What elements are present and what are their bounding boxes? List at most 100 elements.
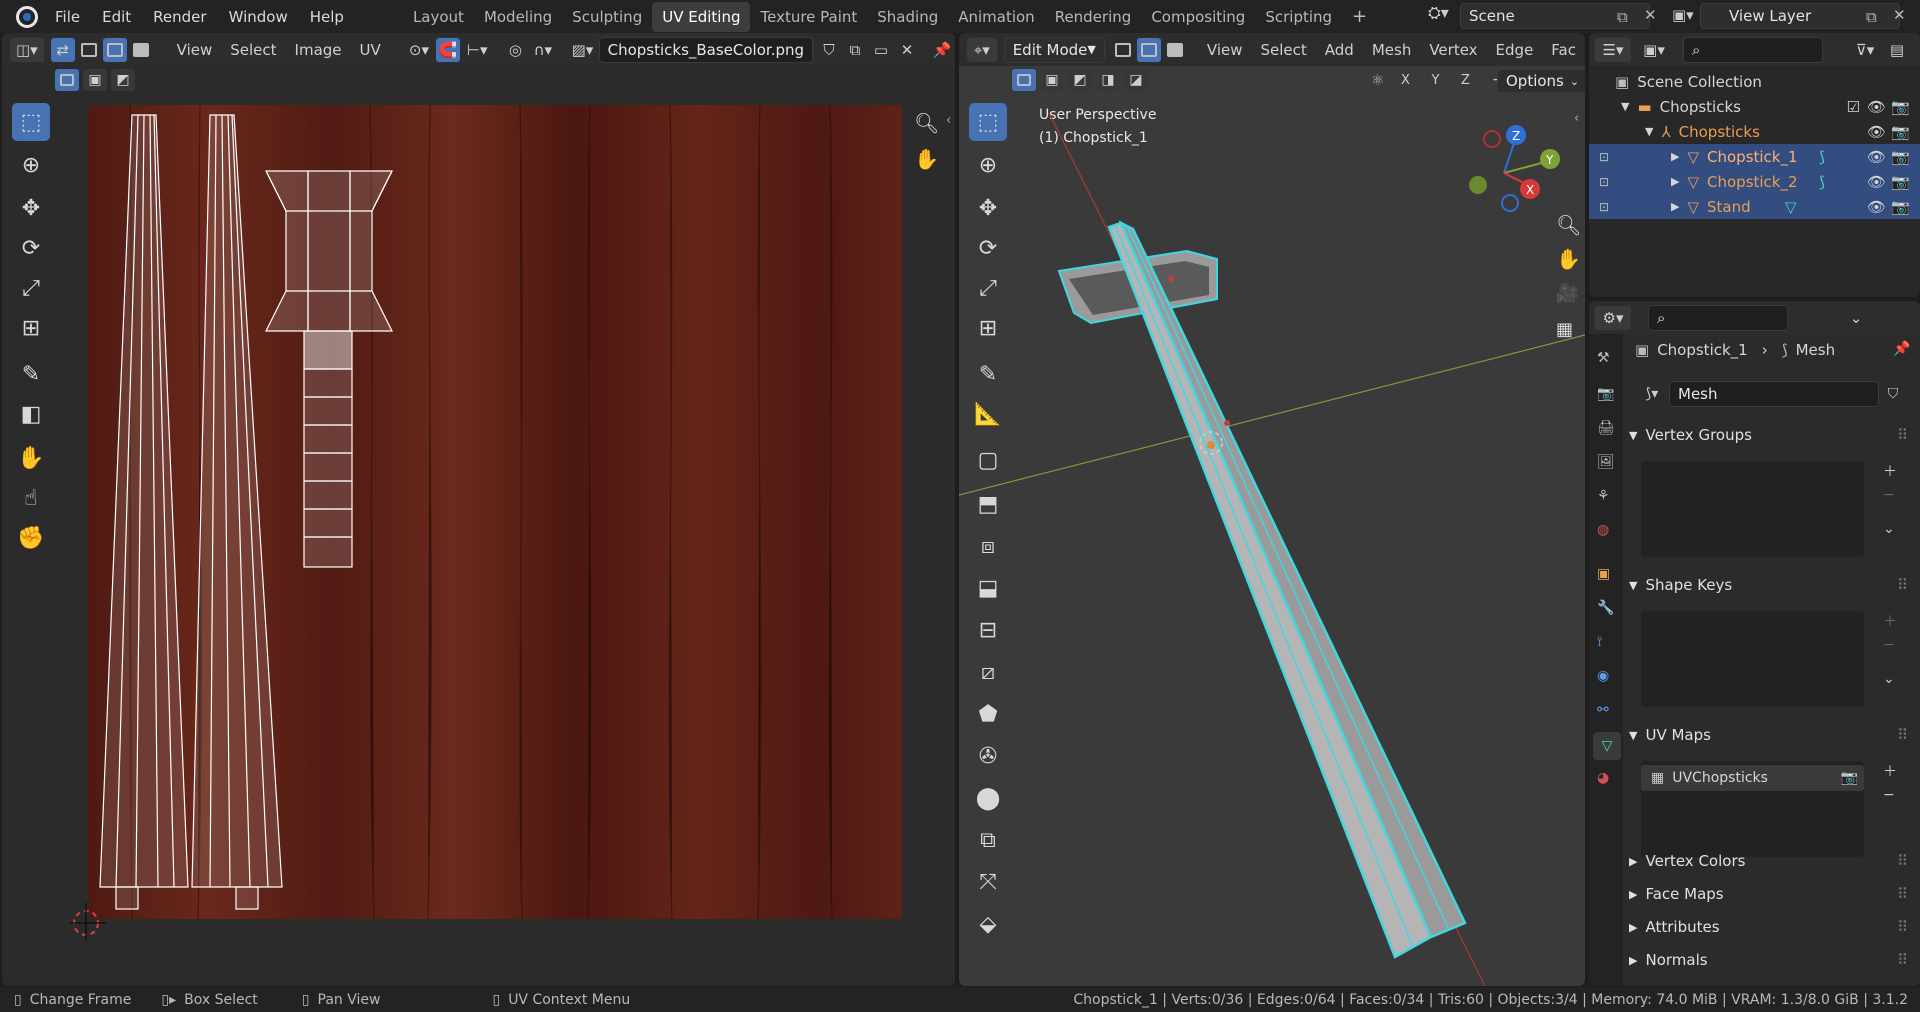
filter-icon[interactable]: ⊽▾: [1847, 38, 1883, 62]
outliner-row-collection[interactable]: ▼ ▬ Chopsticks ☑ 👁 📷: [1589, 94, 1920, 119]
pin-image-icon[interactable]: 📌: [930, 38, 954, 62]
mesh-data-icon[interactable]: ▽: [1785, 198, 1797, 216]
navigation-gizmo[interactable]: Z Y X: [1454, 113, 1564, 223]
attributes-panel-header[interactable]: ▶ Attributes ⠿: [1629, 912, 1912, 942]
uv-map-item[interactable]: ▦ UVChopsticks 📷: [1641, 765, 1864, 791]
view-layer-icon[interactable]: ▣▾: [1672, 6, 1694, 24]
uv-maps-list[interactable]: ▦ UVChopsticks 📷: [1641, 761, 1864, 857]
render-tab-icon[interactable]: 📷: [1597, 386, 1614, 402]
vertex-group-remove-icon[interactable]: −: [1883, 487, 1895, 503]
outliner-editor-type-icon[interactable]: ☰▾: [1595, 37, 1631, 62]
tab-uv-editing[interactable]: UV Editing: [652, 1, 751, 32]
uv-maps-panel-header[interactable]: ▼ UV Maps ⠿: [1629, 720, 1912, 750]
unlink-image-icon[interactable]: ✕: [895, 38, 919, 62]
remove-view-layer-icon[interactable]: ✕: [1893, 6, 1906, 24]
annotate-tool-icon[interactable]: ✎: [12, 355, 50, 393]
new-scene-icon[interactable]: ⧉: [1617, 8, 1628, 26]
face-mode-icon[interactable]: [1163, 38, 1187, 62]
menu-select[interactable]: Select: [221, 41, 285, 59]
fake-user-icon[interactable]: ⛉: [817, 38, 841, 62]
edge-mode-icon[interactable]: [1136, 37, 1161, 62]
camera-view-icon[interactable]: 🎥: [1556, 283, 1578, 304]
image-browse-icon[interactable]: ▨▾: [567, 38, 597, 62]
sidebar-toggle-icon[interactable]: ‹: [946, 113, 951, 128]
editor-type-icon[interactable]: ◫▾: [10, 37, 44, 62]
outliner-row-chopstick-2[interactable]: ⊡ ▶ ▽ Chopstick_2 ⟆ 👁 📷: [1589, 169, 1920, 194]
outliner-row-scene-collection[interactable]: ▣ Scene Collection: [1589, 69, 1920, 94]
ortho-toggle-icon[interactable]: ▦: [1556, 319, 1573, 340]
viewport-menu-edge[interactable]: Edge: [1487, 41, 1543, 59]
render-camera-icon[interactable]: 📷: [1891, 123, 1910, 141]
transform-tool-icon[interactable]: ⊞: [12, 309, 50, 347]
gizmo-neg-y-icon[interactable]: [1469, 176, 1487, 194]
falloff-icon[interactable]: ∩▾: [529, 38, 556, 62]
data-tab-icon[interactable]: ▽: [1593, 732, 1621, 760]
vertex-group-specials-icon[interactable]: ⌄: [1883, 521, 1895, 537]
menu-uv[interactable]: UV: [351, 41, 390, 59]
visibility-eye-icon[interactable]: 👁: [1867, 98, 1886, 116]
visibility-eye-icon[interactable]: 👁: [1867, 173, 1886, 191]
edit-mode-indicator-icon[interactable]: ⊡: [1599, 200, 1609, 214]
image-name-field[interactable]: Chopsticks_BaseColor.png: [598, 36, 814, 63]
drag-handle-icon[interactable]: ⠿: [1897, 726, 1908, 744]
visibility-eye-icon[interactable]: 👁: [1867, 148, 1886, 166]
vertex-select-mode-icon[interactable]: [77, 38, 101, 62]
move-tool-icon[interactable]: ✥: [12, 189, 50, 227]
viewport-menu-add[interactable]: Add: [1316, 41, 1363, 59]
expand-arrow-icon[interactable]: ▼: [1645, 125, 1653, 138]
uv-texture-canvas[interactable]: [70, 105, 902, 940]
tool-tab-icon[interactable]: ⚒: [1597, 350, 1610, 366]
edit-mode-indicator-icon[interactable]: ⊡: [1599, 175, 1609, 189]
outliner-row-stand[interactable]: ⊡ ▶ ▽ Stand ▽ 👁 📷: [1589, 194, 1920, 219]
open-image-icon[interactable]: ▭: [869, 38, 893, 62]
tab-sculpting[interactable]: Sculpting: [562, 2, 652, 32]
menu-edit[interactable]: Edit: [91, 8, 142, 26]
select-extend-icon[interactable]: ▣: [83, 69, 107, 91]
select-subtract-icon[interactable]: ◩: [111, 69, 135, 91]
drag-handle-icon[interactable]: ⠿: [1897, 576, 1908, 594]
cursor-tool-icon[interactable]: ⊕: [12, 146, 50, 184]
expand-arrow-icon[interactable]: ▶: [1671, 150, 1679, 163]
rip-tool-icon[interactable]: ◧: [12, 395, 50, 433]
output-tab-icon[interactable]: 🖨: [1597, 420, 1615, 436]
properties-editor-type-icon[interactable]: ⚙▾: [1595, 305, 1631, 330]
display-mode-icon[interactable]: ▣▾: [1636, 38, 1672, 62]
shape-key-add-icon[interactable]: ＋: [1883, 611, 1897, 631]
shape-key-specials-icon[interactable]: ⌄: [1883, 671, 1895, 687]
render-camera-icon[interactable]: 📷: [1891, 148, 1910, 166]
remove-scene-icon[interactable]: ✕: [1644, 6, 1657, 24]
material-tab-icon[interactable]: ◕: [1597, 770, 1609, 786]
render-camera-icon[interactable]: 📷: [1891, 98, 1910, 116]
menu-render[interactable]: Render: [142, 8, 217, 26]
fake-user-shield-icon[interactable]: ⛉: [1881, 382, 1905, 406]
tab-shading[interactable]: Shading: [867, 2, 948, 32]
modifier-tab-icon[interactable]: 🔧: [1597, 600, 1614, 616]
tab-animation[interactable]: Animation: [948, 2, 1044, 32]
pin-icon[interactable]: 📌: [1893, 341, 1910, 357]
expand-arrow-icon[interactable]: ▶: [1671, 200, 1679, 213]
scene-tab-icon[interactable]: ⚘: [1597, 488, 1610, 504]
add-workspace-icon[interactable]: +: [1342, 0, 1377, 33]
proportional-editing-icon[interactable]: ◎: [503, 38, 527, 62]
viewport-menu-vertex[interactable]: Vertex: [1420, 41, 1486, 59]
tab-rendering[interactable]: Rendering: [1045, 2, 1142, 32]
expand-arrow-icon[interactable]: ▶: [1671, 175, 1679, 188]
select-new-icon[interactable]: [55, 69, 79, 91]
shape-keys-list[interactable]: [1641, 611, 1864, 707]
blender-logo-icon[interactable]: [16, 5, 38, 28]
new-view-layer-icon[interactable]: ⧉: [1866, 8, 1877, 26]
tab-layout[interactable]: Layout: [403, 2, 474, 32]
vertex-mode-icon[interactable]: [1111, 38, 1135, 62]
menu-image[interactable]: Image: [286, 41, 351, 59]
gizmo-neg-z-icon[interactable]: [1501, 194, 1519, 212]
drag-handle-icon[interactable]: ⠿: [1897, 852, 1908, 870]
face-maps-panel-header[interactable]: ▶ Face Maps ⠿: [1629, 879, 1912, 909]
drag-handle-icon[interactable]: ⠿: [1897, 951, 1908, 969]
tab-texture-paint[interactable]: Texture Paint: [750, 2, 867, 32]
properties-options-icon[interactable]: ⌄: [1844, 306, 1868, 330]
scale-tool-icon[interactable]: ⤢: [12, 269, 50, 307]
vertex-colors-panel-header[interactable]: ▶ Vertex Colors ⠿: [1629, 846, 1912, 876]
snap-toggle-icon[interactable]: 🧲: [436, 37, 461, 62]
expand-arrow-icon[interactable]: ▼: [1621, 100, 1629, 113]
chopstick-1-mesh[interactable]: [1107, 220, 1467, 959]
